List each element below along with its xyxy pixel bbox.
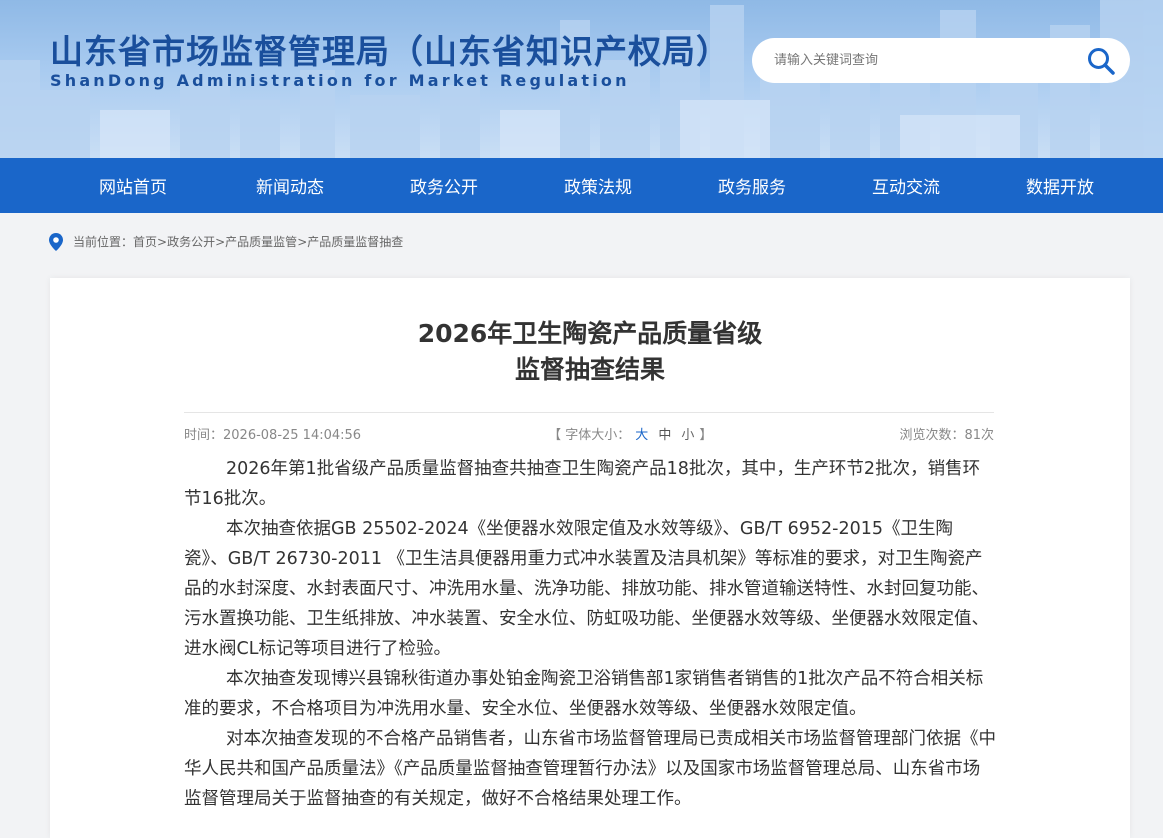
article-paragraph: 本次抽查依据GB 25502-2024《坐便器水效限定值及水效等级》、GB/T … (184, 519, 989, 659)
article-body: 2026年第1批省级产品质量监督抽查共抽查卫生陶瓷产品18批次，其中，生产环节2… (184, 454, 996, 814)
breadcrumb-home[interactable]: 首页 (133, 233, 157, 250)
font-size-large-button[interactable]: 大 (635, 424, 648, 443)
article-title-line1: 2026年卫生陶瓷产品质量省级 (417, 319, 763, 348)
article-title-line2: 监督抽查结果 (514, 355, 665, 384)
font-size-control: 【 字体大小： 大 中 小 】 (548, 424, 712, 443)
search-icon[interactable] (1084, 44, 1118, 78)
font-size-label: 【 字体大小： (548, 428, 631, 443)
article-meta: 时间：2026-08-25 14:04:56 【 字体大小： 大 中 小 】 浏… (184, 412, 994, 454)
font-size-medium-button[interactable]: 中 (658, 424, 671, 443)
main-nav: 网站首页 新闻动态 政务公开 政策法规 政务服务 互动交流 数据开放 (0, 158, 1163, 213)
site-header: 山东省市场监督管理局（山东省知识产权局） ShanDong Administra… (0, 0, 1163, 158)
nav-item-news[interactable]: 新闻动态 (213, 173, 367, 198)
site-title[interactable]: 山东省市场监督管理局（山东省知识产权局） (50, 25, 730, 73)
nav-item-home[interactable]: 网站首页 (59, 173, 213, 198)
article-paragraph: 本次抽查发现博兴县锦秋街道办事处铂金陶瓷卫浴销售部1家销售者销售的1批次产品不符… (184, 669, 984, 719)
breadcrumb-separator: > (157, 234, 168, 249)
breadcrumb-separator: > (297, 234, 308, 249)
breadcrumb-government-affairs[interactable]: 政务公开 (167, 233, 215, 250)
article-paragraph: 2026年第1批省级产品质量监督抽查共抽查卫生陶瓷产品18批次，其中，生产环节2… (184, 459, 981, 509)
nav-item-interaction[interactable]: 互动交流 (829, 173, 983, 198)
breadcrumb-spot-check[interactable]: 产品质量监督抽查 (307, 233, 403, 250)
site-subtitle: ShanDong Administration for Market Regul… (50, 71, 630, 90)
font-size-small-button[interactable]: 小 (681, 424, 694, 443)
breadcrumb: 当前位置： 首页 > 政务公开 > 产品质量监管 > 产品质量监督抽查 (0, 213, 1163, 270)
breadcrumb-separator: > (215, 234, 226, 249)
breadcrumb-prefix: 当前位置： (73, 235, 134, 249)
nav-item-government-affairs[interactable]: 政务公开 (367, 173, 521, 198)
article-title: 2026年卫生陶瓷产品质量省级 监督抽查结果 (50, 316, 1130, 388)
breadcrumb-product-quality[interactable]: 产品质量监管 (225, 233, 297, 250)
search-input[interactable] (774, 53, 1064, 68)
nav-item-services[interactable]: 政务服务 (675, 173, 829, 198)
publish-time: 时间：2026-08-25 14:04:56 (184, 428, 362, 443)
article-panel: 2026年卫生陶瓷产品质量省级 监督抽查结果 时间：2026-08-25 14:… (50, 278, 1130, 838)
view-count: 浏览次数：81次 (899, 428, 994, 443)
font-size-label-end: 】 (699, 428, 713, 443)
location-pin-icon (49, 232, 63, 251)
nav-item-policies[interactable]: 政策法规 (521, 173, 675, 198)
nav-item-open-data[interactable]: 数据开放 (983, 173, 1137, 198)
search-box (752, 38, 1130, 83)
article-paragraph: 对本次抽查发现的不合格产品销售者，山东省市场监督管理局已责成相关市场监督管理部门… (184, 729, 996, 809)
